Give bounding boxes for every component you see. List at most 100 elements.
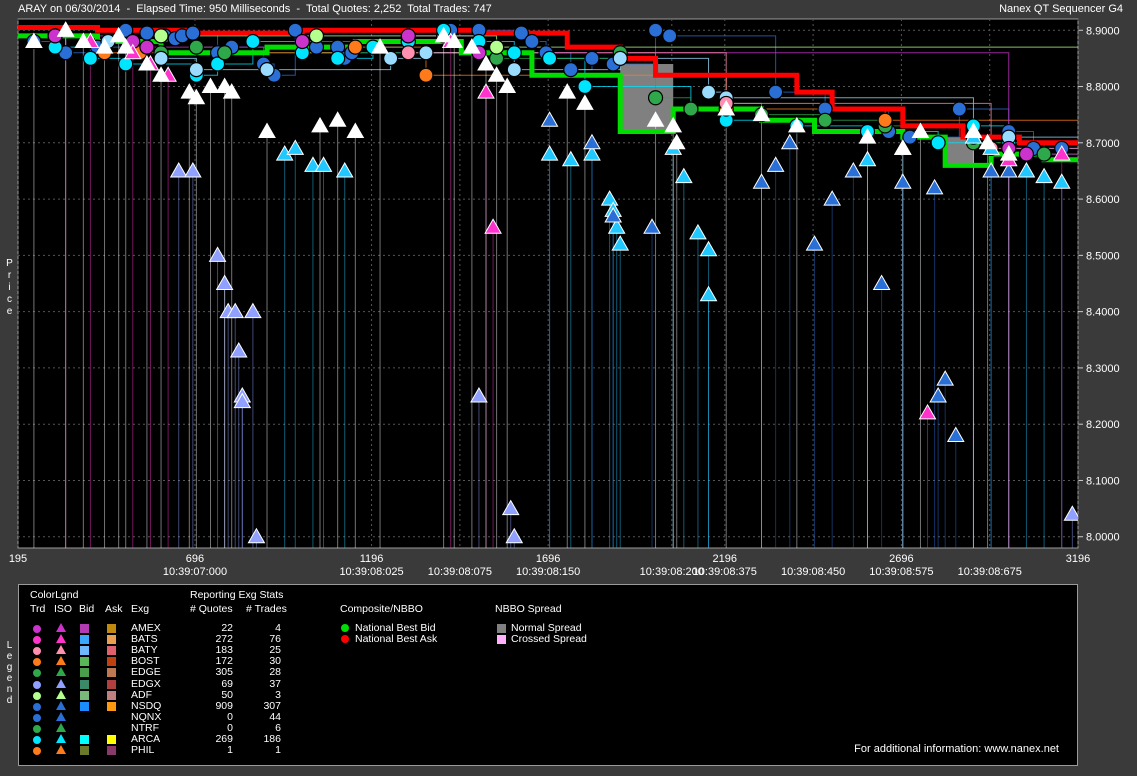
- trade-marker-amex: [1018, 146, 1035, 162]
- y-tick-label: 8.0000: [1086, 532, 1120, 544]
- legend-quotes-header: # Quotes: [190, 603, 233, 615]
- x-tick-label: 3196: [1066, 553, 1090, 565]
- legend-exg-header: Exg: [131, 603, 150, 615]
- legend-trade-dot: [32, 690, 42, 701]
- trade-marker-arca: [506, 45, 522, 61]
- legend-trd-header: Trd: [30, 603, 46, 615]
- legend-trade-dot: [32, 712, 42, 723]
- trade-marker-arca: [541, 50, 558, 66]
- legend-spread-label: Crossed Spread: [511, 633, 587, 645]
- legend-ask-swatch: [107, 668, 116, 678]
- trade-marker-arca: [82, 50, 99, 66]
- trade-marker-edge: [188, 39, 204, 55]
- x-time-label: 10:39:08:075: [428, 566, 492, 578]
- legend-trade-dot: [32, 723, 42, 734]
- legend-bid-swatch: [80, 624, 89, 633]
- x-tick-label: 2696: [889, 553, 913, 565]
- y-tick-label: 8.9000: [1086, 25, 1120, 37]
- legend-trades-value: 1: [275, 744, 281, 757]
- x-tick-label: 1196: [360, 553, 384, 565]
- legend-quotes-value: 1: [227, 744, 233, 757]
- legend-iso-triangle: [56, 645, 66, 655]
- legend-ask-swatch: [107, 679, 116, 689]
- trade-marker-bats: [259, 62, 275, 78]
- y-tick-label: 8.8000: [1086, 82, 1120, 94]
- legend-exg-name: PHIL: [131, 744, 155, 757]
- legend-composite-header: Composite/NBBO: [340, 603, 423, 615]
- legend-iso-triangle: [56, 689, 66, 699]
- trade-marker-arca: [577, 78, 593, 95]
- legend-bid-swatch: [80, 668, 89, 678]
- trade-marker-nsdq: [524, 33, 540, 50]
- trade-marker-edge: [1036, 146, 1052, 162]
- legend-ask-swatch: [107, 690, 116, 700]
- trade-marker-adf: [308, 28, 325, 44]
- x-tick-label: 1696: [536, 553, 560, 565]
- info-link[interactable]: For additional information: www.nanex.ne…: [854, 743, 1059, 755]
- legend-spread-swatch: [497, 635, 506, 644]
- legend-bid-swatch: [80, 746, 89, 756]
- y-tick-label: 8.6000: [1086, 194, 1120, 206]
- trade-marker-nsdq: [139, 25, 155, 41]
- legend-bid-header: Bid: [79, 603, 95, 615]
- legend-trade-dot: [32, 701, 42, 712]
- x-time-label: 10:39:08:450: [781, 566, 845, 578]
- legend-bid-swatch: [80, 657, 89, 667]
- trade-marker-nsdq: [647, 22, 664, 38]
- y-tick-label: 8.7000: [1086, 138, 1120, 150]
- legend-trade-dot: [32, 624, 42, 634]
- legend-ask-swatch: [107, 657, 116, 667]
- legend-bid-swatch: [80, 635, 89, 645]
- legend-trade-dot: [32, 735, 42, 745]
- legend-ask-swatch: [107, 646, 116, 656]
- legend-iso-triangle: [56, 678, 66, 688]
- y-tick-label: 8.3000: [1086, 363, 1120, 375]
- trade-marker-adf: [489, 39, 505, 55]
- legend-spread-header: NBBO Spread: [495, 603, 562, 615]
- trade-marker-edge: [647, 90, 664, 106]
- price-chart[interactable]: 8.9000 8.8000 8.7000 8.6000 8.5000 8.4000 8.30…: [0, 0, 1137, 580]
- x-time-label: 10:39:08:675: [958, 566, 1022, 578]
- trade-marker-bost: [347, 39, 363, 55]
- legend-composite-dot: [341, 635, 349, 643]
- trade-marker-arca: [245, 33, 261, 50]
- legend-bid-swatch: [80, 701, 89, 711]
- trade-marker-bats: [506, 62, 522, 78]
- x-time-label: 10:39:08:025: [339, 566, 403, 578]
- legend-bid-swatch: [80, 646, 89, 656]
- legend-iso-triangle: [56, 745, 66, 755]
- legend-trades-header: # Trades: [246, 603, 287, 615]
- trade-marker-edge: [217, 45, 233, 61]
- x-tick-label: 2196: [713, 553, 737, 565]
- legend-iso-triangle: [56, 656, 66, 666]
- legend-trade-dot: [32, 668, 42, 679]
- trade-marker-bats: [700, 84, 717, 100]
- x-time-label: 10:39:07:000: [163, 566, 227, 578]
- trade-marker-nsdq: [584, 50, 600, 66]
- y-tick-label: 8.5000: [1086, 250, 1120, 262]
- legend-side-label: Legend: [4, 640, 15, 706]
- trade-marker-bats: [153, 50, 169, 66]
- legend-trade-dot: [32, 679, 42, 690]
- y-tick-label: 8.2000: [1086, 419, 1120, 431]
- legend-iso-triangle: [56, 711, 66, 721]
- legend-ask-swatch: [107, 701, 116, 711]
- legend-panel: ColorLgnd Trd ISO Bid Ask Exg Reporting Exg St…: [18, 584, 1078, 766]
- x-time-label: 10:39:08:575: [869, 566, 933, 578]
- trade-marker-nsdq: [563, 62, 579, 78]
- trade-marker-nsdq: [951, 101, 967, 117]
- trade-marker-nsdq: [185, 25, 201, 41]
- trade-marker-bats: [612, 50, 628, 66]
- x-time-label: 10:39:08:375: [693, 566, 757, 578]
- legend-iso-triangle: [56, 734, 66, 743]
- legend-trade-dot: [32, 646, 42, 657]
- legend-colorlgnd-header: ColorLgnd: [30, 589, 79, 601]
- trade-marker-amex: [294, 33, 310, 50]
- x-tick-label: 195: [9, 553, 27, 565]
- trade-marker-arca: [930, 135, 946, 151]
- legend-iso-triangle: [56, 623, 66, 632]
- legend-trade-dot: [32, 635, 42, 646]
- legend-ask-swatch: [107, 624, 116, 633]
- legend-composite-label: National Best Ask: [355, 633, 438, 645]
- trade-marker-edge: [683, 101, 699, 117]
